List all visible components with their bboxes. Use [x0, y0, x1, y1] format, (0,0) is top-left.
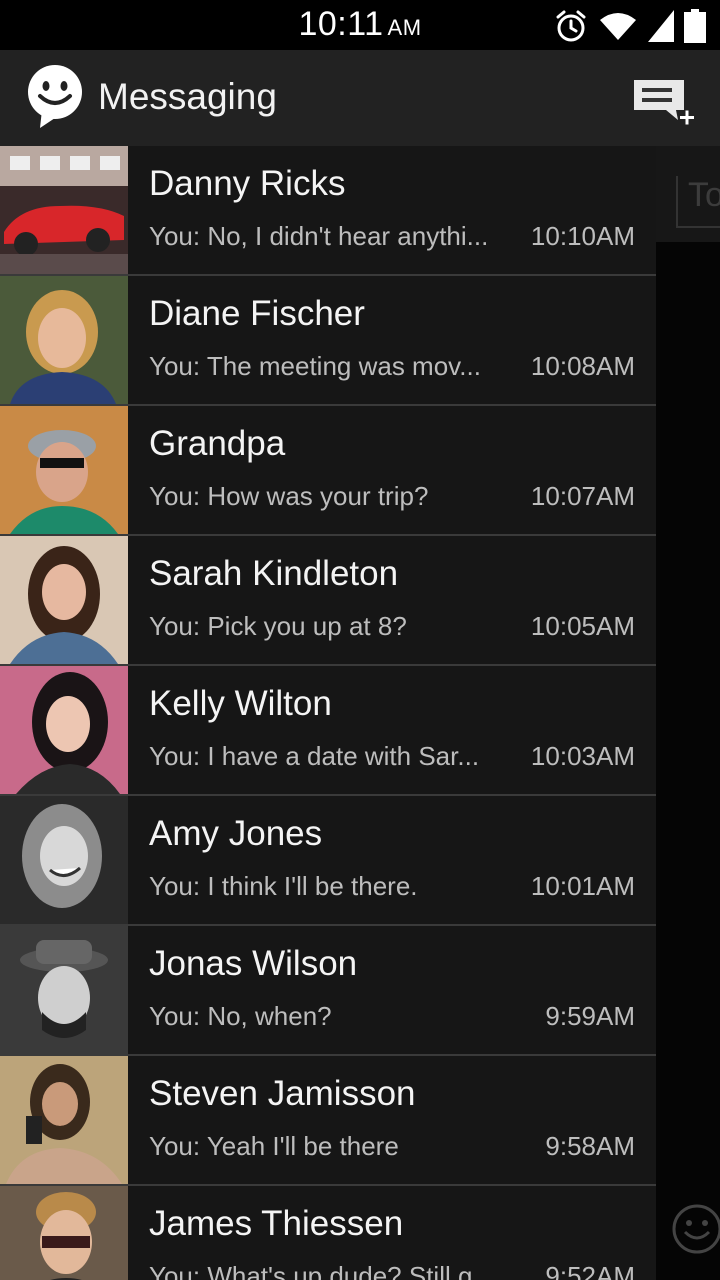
conversation-item[interactable]: Amy Jones You: I think I'll be there. 10…: [0, 796, 656, 926]
conversation-item[interactable]: James Thiessen You: What's up dude? Stil…: [0, 1186, 656, 1280]
conversation-item[interactable]: Grandpa You: How was your trip? 10:07AM: [0, 406, 656, 536]
smiley-chat-icon[interactable]: [26, 64, 88, 130]
message-snippet: You: Pick you up at 8?: [149, 611, 407, 641]
status-time-ampm: AM: [387, 15, 422, 40]
message-time: 10:08AM: [530, 351, 635, 381]
message-time: 10:10AM: [530, 221, 635, 251]
conversation-list: Danny Ricks You: No, I didn't hear anyth…: [0, 146, 656, 1280]
status-bar: 10:11 AM: [0, 0, 720, 50]
conversation-item[interactable]: Danny Ricks You: No, I didn't hear anyth…: [0, 146, 656, 276]
message-time: 10:03AM: [530, 741, 635, 771]
contact-name: Steven Jamisson: [149, 1074, 416, 1113]
avatar-old-man[interactable]: [0, 406, 128, 534]
avatar-car[interactable]: [0, 146, 128, 274]
compose-pane: To: [656, 146, 720, 1280]
contact-name: Grandpa: [149, 424, 286, 463]
avatar-man-hat-bw[interactable]: [0, 926, 128, 1054]
contact-name: James Thiessen: [149, 1204, 404, 1243]
message-snippet: You: Yeah I'll be there: [149, 1131, 399, 1161]
new-message-icon[interactable]: [634, 76, 698, 132]
conversation-item[interactable]: Steven Jamisson You: Yeah I'll be there …: [0, 1056, 656, 1186]
signal-icon: [648, 10, 674, 42]
conversation-item[interactable]: Sarah Kindleton You: Pick you up at 8? 1…: [0, 536, 656, 666]
contact-name: Amy Jones: [149, 814, 323, 853]
message-time: 10:05AM: [530, 611, 635, 641]
battery-icon: [684, 9, 706, 43]
message-snippet: You: What's up dude? Still g...: [149, 1261, 495, 1280]
conversation-item[interactable]: Kelly Wilton You: I have a date with Sar…: [0, 666, 656, 796]
message-time: 10:07AM: [530, 481, 635, 511]
message-time: 9:59AM: [545, 1001, 635, 1031]
conversation-item[interactable]: Jonas Wilson You: No, when? 9:59AM: [0, 926, 656, 1056]
message-snippet: You: No, I didn't hear anythi...: [149, 221, 489, 251]
action-bar: Messaging: [0, 50, 720, 146]
avatar-man-sunglasses[interactable]: [0, 1186, 128, 1280]
avatar-woman-brunette[interactable]: [0, 536, 128, 664]
avatar-woman-bw[interactable]: [0, 796, 128, 924]
contact-name: Diane Fischer: [149, 294, 365, 333]
message-snippet: You: No, when?: [149, 1001, 332, 1031]
contact-name: Sarah Kindleton: [149, 554, 399, 593]
message-time: 9:52AM: [545, 1261, 635, 1280]
contact-name: Kelly Wilton: [149, 684, 332, 723]
avatar-woman-blonde[interactable]: [0, 276, 128, 404]
to-field-placeholder: To: [688, 176, 720, 214]
message-time: 10:01AM: [530, 871, 635, 901]
message-snippet: You: How was your trip?: [149, 481, 429, 511]
message-snippet: You: The meeting was mov...: [149, 351, 481, 381]
message-snippet: You: I think I'll be there.: [149, 871, 418, 901]
contact-name: Jonas Wilson: [149, 944, 358, 983]
status-time-value: 10:11: [298, 5, 384, 43]
smiley-icon[interactable]: [670, 1202, 720, 1256]
message-snippet: You: I have a date with Sar...: [149, 741, 480, 771]
message-time: 9:58AM: [545, 1131, 635, 1161]
avatar-woman-dark-hair[interactable]: [0, 666, 128, 794]
alarm-icon: [556, 10, 586, 42]
app-title: Messaging: [98, 76, 277, 117]
status-icons: [554, 6, 706, 46]
conversation-item[interactable]: Diane Fischer You: The meeting was mov..…: [0, 276, 656, 406]
avatar-man-beard[interactable]: [0, 1056, 128, 1184]
contact-name: Danny Ricks: [149, 164, 346, 203]
wifi-icon: [600, 13, 636, 40]
to-field[interactable]: To: [656, 146, 720, 242]
